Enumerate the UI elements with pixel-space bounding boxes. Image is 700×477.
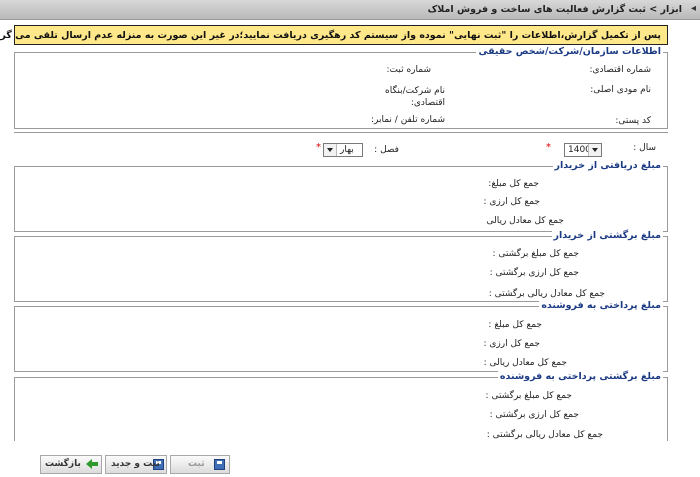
green-arrow-left-icon <box>86 459 98 470</box>
refund-buyer-legend: مبلغ برگشتی از خریدار <box>551 230 663 241</box>
company-name-label: نام شرکت/بنگاه اقتصادی: <box>385 86 445 108</box>
page-title: ابزار > ثبت گزارش فعالیت های ساخت و فروش… <box>427 4 682 15</box>
period-fieldset: سال : 1400 * فصل : بهار * <box>14 132 668 163</box>
refund-from-buyer-fieldset: مبلغ برگشتی از خریدار جمع کل مبلغ برگشتی… <box>14 230 668 302</box>
received-total-amount-label: جمع کل مبلغ: <box>488 179 539 189</box>
phone-fax-label: شماره تلفن / نمابر: <box>370 115 445 125</box>
refund-paid-to-seller-fieldset: مبلغ برگشتی پرداختی به فروشنده جمع کل مب… <box>14 371 668 441</box>
received-total-currency-label: جمع کل ارزی : <box>483 197 540 207</box>
season-required-mark: * <box>316 142 321 153</box>
chevron-down-icon[interactable] <box>324 144 337 156</box>
back-button[interactable]: بازگشت <box>40 455 102 474</box>
economic-code-label: شماره اقتصادی: <box>589 65 651 75</box>
refund-buyer-total-amount-label: جمع کل مبلغ برگشتی : <box>492 249 579 259</box>
notice-text: پس از تکمیل گزارش،اطلاعات را "ثبت نهایی"… <box>0 30 661 41</box>
refund-seller-legend: مبلغ برگشتی پرداختی به فروشنده <box>497 371 663 382</box>
paid-seller-total-amount-label: جمع کل مبلغ : <box>488 320 542 330</box>
registration-no-label: شماره ثبت: <box>386 65 432 75</box>
received-total-rial-label: جمع کل معادل ریالی <box>486 216 564 226</box>
refund-seller-total-currency-label: جمع کل ارزی برگشتی : <box>489 410 579 420</box>
season-label: فصل : <box>374 145 399 155</box>
paid-seller-total-rial-label: جمع کل معادل ریالی : <box>483 358 567 368</box>
org-info-legend: اطلاعات سازمان/شرکت/شخص حقیقی <box>476 46 663 57</box>
refund-seller-total-rial-label: جمع کل معادل ریالی برگشتی : <box>486 430 603 440</box>
received-legend: مبلغ دریافتی از خریدار <box>552 160 663 171</box>
org-info-fieldset: اطلاعات سازمان/شرکت/شخص حقیقی شماره اقتص… <box>14 46 668 129</box>
received-from-buyer-fieldset: مبلغ دریافتی از خریدار جمع کل مبلغ: جمع … <box>14 160 668 232</box>
year-select[interactable]: 1400 <box>564 143 602 157</box>
refund-buyer-total-currency-label: جمع کل ارزی برگشتی : <box>489 268 579 278</box>
save-and-new-button[interactable]: ثبت و جدید <box>105 455 167 474</box>
final-submit-notice: پس از تکمیل گزارش،اطلاعات را "ثبت نهایی"… <box>0 25 668 45</box>
paid-to-seller-fieldset: مبلغ پرداختی به فروشنده جمع کل مبلغ : جم… <box>14 300 668 372</box>
taxpayer-name-label: نام مودی اصلی: <box>590 85 651 95</box>
refund-buyer-total-rial-label: جمع کل معادل ریالی برگشتی : <box>488 289 605 299</box>
year-required-mark: * <box>546 142 551 153</box>
window-titlebar: ◂ ابزار > ثبت گزارش فعالیت های ساخت و فر… <box>0 0 700 20</box>
year-label: سال : <box>633 143 656 153</box>
floppy-disk-icon <box>214 459 225 470</box>
refund-seller-total-amount-label: جمع کل مبلغ برگشتی : <box>485 391 572 401</box>
chevron-down-icon[interactable] <box>588 144 601 156</box>
paid-seller-total-currency-label: جمع کل ارزی : <box>483 339 540 349</box>
save-button[interactable]: ثبت <box>170 455 230 474</box>
breadcrumb-arrow-icon: ◂ <box>690 3 696 14</box>
paid-seller-legend: مبلغ پرداختی به فروشنده <box>539 300 663 311</box>
postal-code-label: کد پستی: <box>615 116 651 126</box>
season-select[interactable]: بهار <box>323 143 363 157</box>
